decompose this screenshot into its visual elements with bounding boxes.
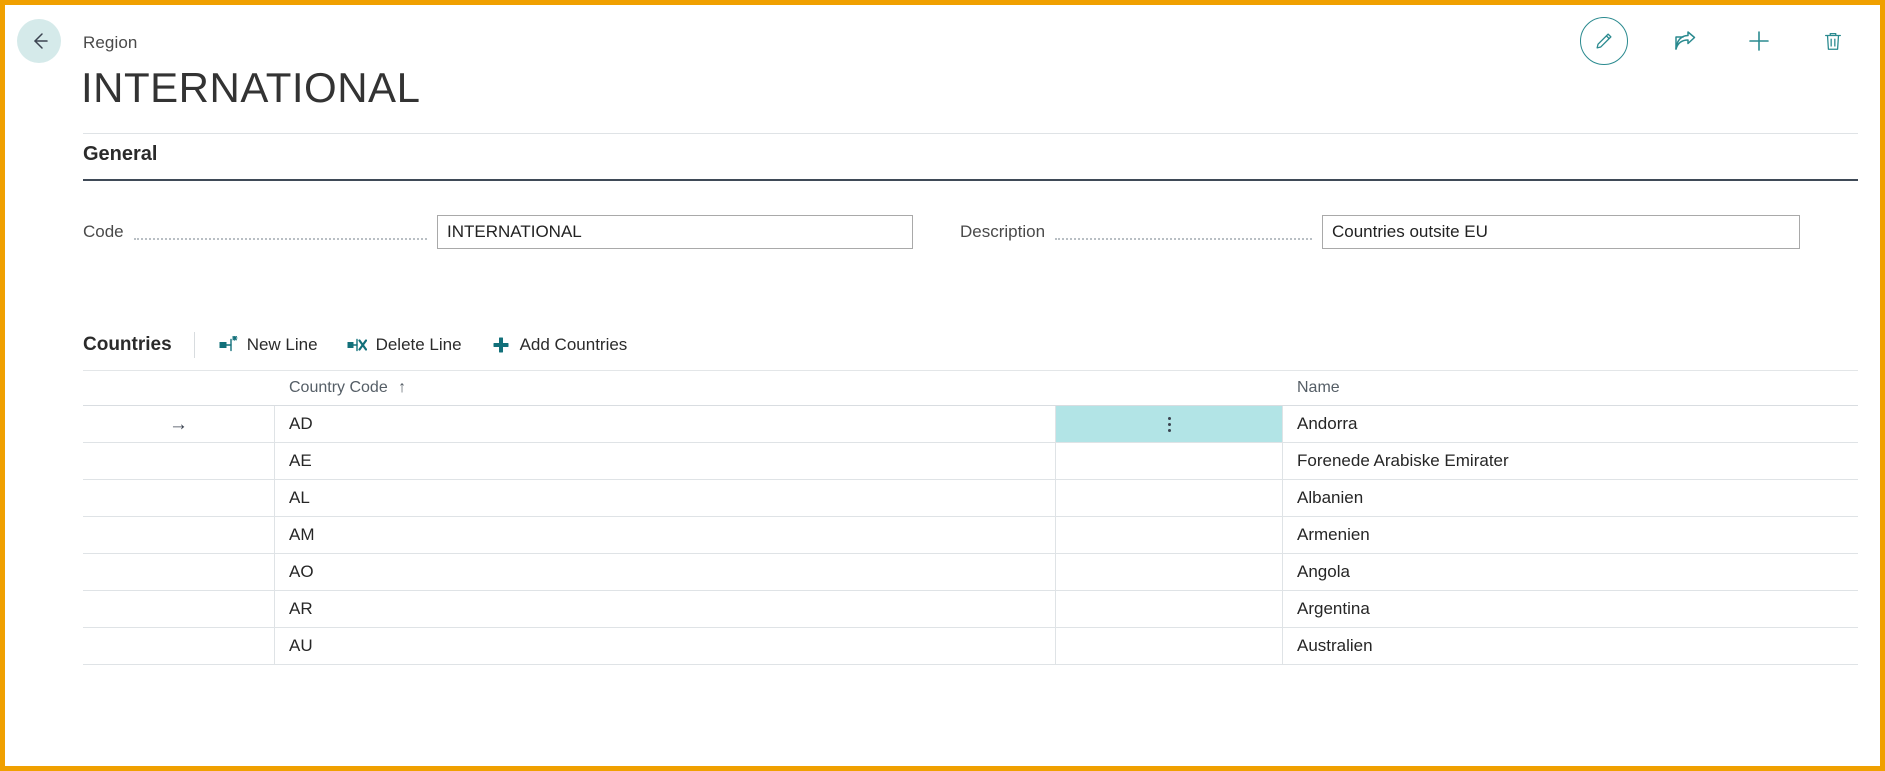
row-indicator xyxy=(83,591,275,627)
cell-country-code[interactable]: AO xyxy=(275,554,1055,590)
arrow-right-icon: → xyxy=(169,415,188,434)
table-row[interactable]: AO Angola xyxy=(83,554,1858,591)
cell-menu[interactable] xyxy=(1055,591,1283,627)
code-field-row: Code INTERNATIONAL xyxy=(83,215,913,249)
cell-menu[interactable] xyxy=(1055,554,1283,590)
new-button[interactable] xyxy=(1742,24,1776,58)
row-indicator xyxy=(83,480,275,516)
row-indicator xyxy=(83,443,275,479)
back-button[interactable] xyxy=(17,19,61,63)
plus-icon xyxy=(490,335,512,355)
page-title: INTERNATIONAL xyxy=(81,67,420,109)
cell-menu[interactable] xyxy=(1055,480,1283,516)
page-header: Region INTERNATIONAL xyxy=(5,5,1880,137)
cell-country-code[interactable]: AR xyxy=(275,591,1055,627)
cell-country-name[interactable]: Andorra xyxy=(1283,406,1858,442)
cell-menu[interactable] xyxy=(1055,443,1283,479)
new-line-button[interactable]: New Line xyxy=(217,335,318,355)
delete-line-label: Delete Line xyxy=(376,335,462,355)
cell-country-code[interactable]: AL xyxy=(275,480,1055,516)
trash-icon xyxy=(1822,30,1844,52)
description-label: Description xyxy=(960,222,1045,242)
table-row[interactable]: → AD Andorra xyxy=(83,406,1858,443)
delete-line-icon xyxy=(346,335,368,355)
delete-button[interactable] xyxy=(1816,24,1850,58)
header-toolbar xyxy=(1580,17,1850,65)
description-field-row: Description Countries outsite EU xyxy=(960,215,1800,249)
cell-country-name[interactable]: Albanien xyxy=(1283,480,1858,516)
code-leader xyxy=(134,223,427,240)
cell-country-code[interactable]: AD xyxy=(275,406,1055,442)
general-fields: Code INTERNATIONAL Description Countries… xyxy=(5,215,1880,249)
cell-country-name[interactable]: Australien xyxy=(1283,628,1858,664)
edit-button[interactable] xyxy=(1580,17,1628,65)
share-icon xyxy=(1673,29,1697,53)
code-label: Code xyxy=(83,222,124,242)
table-row[interactable]: AE Forenede Arabiske Emirater xyxy=(83,443,1858,480)
grid-header-row: Country Code ↑ Name xyxy=(83,371,1858,405)
cell-country-name[interactable]: Armenien xyxy=(1283,517,1858,553)
sort-ascending-icon: ↑ xyxy=(398,379,406,396)
arrow-left-icon xyxy=(28,30,50,52)
share-button[interactable] xyxy=(1668,24,1702,58)
countries-heading: Countries xyxy=(83,334,172,356)
cell-country-code[interactable]: AM xyxy=(275,517,1055,553)
general-heading: General xyxy=(83,143,157,166)
table-row[interactable]: AM Armenien xyxy=(83,517,1858,554)
application-window: Region INTERNATIONAL xyxy=(0,0,1885,771)
column-header-country-code[interactable]: Country Code ↑ xyxy=(275,379,1055,397)
pencil-icon xyxy=(1593,30,1615,52)
header-divider xyxy=(83,133,1858,134)
table-row[interactable]: AL Albanien xyxy=(83,480,1858,517)
cell-country-code[interactable]: AE xyxy=(275,443,1055,479)
breadcrumb[interactable]: Region xyxy=(83,33,137,53)
column-header-name[interactable]: Name xyxy=(1283,379,1858,397)
cell-country-name[interactable]: Forenede Arabiske Emirater xyxy=(1283,443,1858,479)
delete-line-button[interactable]: Delete Line xyxy=(346,335,462,355)
row-menu-button-active[interactable] xyxy=(1055,406,1283,442)
cell-menu[interactable] xyxy=(1055,628,1283,664)
general-underline xyxy=(83,179,1858,181)
row-indicator xyxy=(83,517,275,553)
action-bar-divider xyxy=(194,332,195,358)
description-leader xyxy=(1055,223,1312,240)
description-input[interactable]: Countries outsite EU xyxy=(1322,215,1800,249)
row-indicator xyxy=(83,554,275,590)
cell-menu[interactable] xyxy=(1055,517,1283,553)
cell-country-code[interactable]: AU xyxy=(275,628,1055,664)
cell-country-name[interactable]: Argentina xyxy=(1283,591,1858,627)
more-options-icon[interactable] xyxy=(1168,417,1171,432)
code-input[interactable]: INTERNATIONAL xyxy=(437,215,913,249)
grid-body: →ADAndorraAEForenede Arabiske EmiraterAL… xyxy=(83,405,1858,665)
new-line-icon xyxy=(217,335,239,355)
countries-action-bar: Countries New Line xyxy=(83,319,1858,371)
add-countries-label: Add Countries xyxy=(520,335,628,355)
new-line-label: New Line xyxy=(247,335,318,355)
cell-country-name[interactable]: Angola xyxy=(1283,554,1858,590)
plus-icon xyxy=(1746,28,1772,54)
table-row[interactable]: AR Argentina xyxy=(83,591,1858,628)
row-indicator: → xyxy=(83,406,275,442)
country-code-header-label: Country Code xyxy=(289,379,388,396)
table-row[interactable]: AU Australien xyxy=(83,628,1858,665)
row-indicator xyxy=(83,628,275,664)
countries-grid: Country Code ↑ Name → AD Andorra AE Forenede… xyxy=(83,371,1858,665)
add-countries-button[interactable]: Add Countries xyxy=(490,335,628,355)
